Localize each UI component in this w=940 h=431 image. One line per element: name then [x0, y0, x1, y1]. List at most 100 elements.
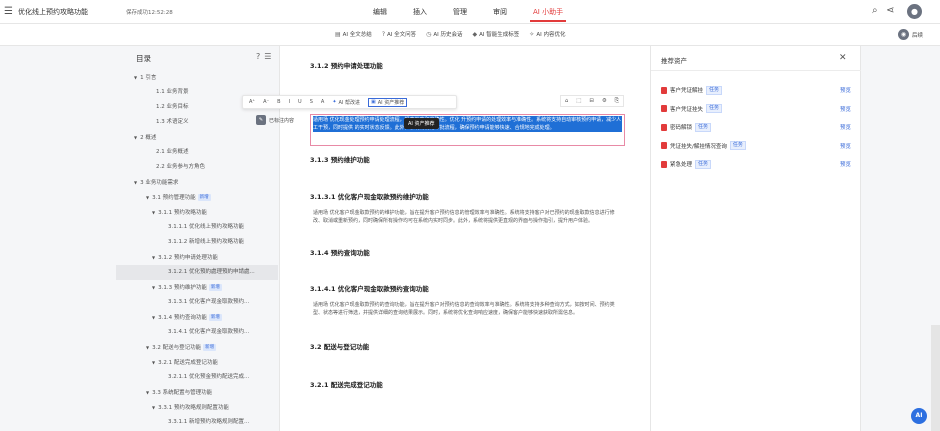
- toc-item[interactable]: 3.1.4.1 优化客户现金取款预约...: [116, 325, 278, 340]
- menu-icon[interactable]: ☰: [4, 6, 13, 17]
- toc-item[interactable]: 2.1 业务概述: [116, 145, 278, 160]
- expand-icon[interactable]: ▼: [152, 360, 155, 365]
- toc-item[interactable]: ▼ 3.1.3 预约维护功能 新增: [116, 280, 278, 295]
- italic-button[interactable]: I: [289, 99, 290, 105]
- heading: 3.2 配送与登记功能: [310, 343, 370, 351]
- toc-item-label: 1.2 业务目标: [156, 104, 189, 110]
- toc-item[interactable]: 3.1.1.1 优化线上预约攻略功能: [116, 220, 278, 235]
- asset-name: 客户凭证解挂: [670, 88, 704, 94]
- ai-fab-button[interactable]: AI: [911, 408, 927, 424]
- expand-icon[interactable]: ▼: [146, 390, 149, 395]
- expand-icon[interactable]: ▼: [134, 75, 137, 80]
- toc-item[interactable]: ▼ 3.1 预约管理功能 新增: [116, 190, 278, 205]
- tab-edit[interactable]: 编辑: [360, 0, 400, 24]
- tab-review[interactable]: 审阅: [480, 0, 520, 24]
- ai-optimize-button[interactable]: ✧ AI 内容优化: [524, 24, 570, 46]
- toc-item[interactable]: 3.2.1.1 优化预金预约配送完成...: [116, 370, 278, 385]
- font-increase-button[interactable]: A⁺: [249, 99, 255, 105]
- help-icon[interactable]: ?: [256, 52, 260, 61]
- tag-icon: ◆: [472, 31, 478, 38]
- toc-item[interactable]: 1.3 术语定义: [116, 115, 278, 130]
- asset-tag: 任务: [706, 104, 723, 113]
- expand-icon[interactable]: ▼: [152, 285, 155, 290]
- toc-item[interactable]: 2.2 业务参与方角色: [116, 160, 278, 175]
- expand-icon[interactable]: ▼: [146, 195, 149, 200]
- strike-button[interactable]: S: [310, 99, 313, 105]
- expand-icon[interactable]: ▼: [152, 315, 155, 320]
- toc-item[interactable]: ▼ 3.1.2 预约申请处理功能: [116, 250, 278, 265]
- ai-qa-button[interactable]: ? AI 全文问答: [377, 24, 421, 46]
- underline-button[interactable]: U: [298, 99, 302, 105]
- toc-item[interactable]: ▼ 3.2 配送与登记功能 新增: [116, 340, 278, 355]
- list-icon[interactable]: ☰: [264, 52, 271, 61]
- floating-format-toolbar: A⁺ A⁻ B I U S A ✦ AI 帮改进 ▣ AI 资产推荐: [242, 95, 457, 109]
- preview-link[interactable]: 预览: [840, 105, 851, 113]
- tab-ai-assistant[interactable]: AI 小助手: [520, 0, 576, 24]
- toc-item[interactable]: ▼ 3.1.4 预约查询功能 新增: [116, 310, 278, 325]
- preview-link[interactable]: 预览: [840, 123, 851, 131]
- avatar[interactable]: ●: [907, 4, 922, 19]
- home-icon[interactable]: ⌂: [565, 98, 569, 104]
- expand-icon[interactable]: ▼: [152, 210, 155, 215]
- ai-polish-button[interactable]: ✦ AI 帮改进: [332, 99, 360, 106]
- ai-summary-button[interactable]: ▤ AI 全文总结: [330, 24, 377, 46]
- font-color-button[interactable]: A: [321, 99, 324, 105]
- toc-item[interactable]: ▼ 3.3.1 预约攻略规则配置功能: [116, 400, 278, 415]
- toc-item[interactable]: ▼ 3.3 系统配置与管理功能: [116, 385, 278, 400]
- frame-icon[interactable]: ⬚: [576, 98, 581, 104]
- selected-text: 适用场 优化现金处理预约申请处理流程，提高效率和准确性。优化 升预约申请的处理效…: [313, 116, 622, 132]
- expand-icon[interactable]: ▼: [146, 345, 149, 350]
- asset-item[interactable]: 凭证挂失/解挂情况查询 任务 预览: [661, 140, 851, 152]
- close-icon[interactable]: ✕: [839, 53, 847, 63]
- question-icon: ?: [381, 31, 385, 38]
- toc-item[interactable]: ▼ 3 业务功能需求: [116, 175, 278, 190]
- font-decrease-button[interactable]: A⁻: [263, 99, 269, 105]
- asset-icon: ▣: [371, 99, 376, 105]
- ai-asset-recommend-button[interactable]: ▣ AI 资产推荐: [368, 97, 408, 107]
- search-icon[interactable]: ⌕: [872, 5, 878, 16]
- asset-doc-icon: [661, 142, 667, 149]
- asset-item[interactable]: 密码解锁 任务 预览: [661, 121, 851, 133]
- settings-icon[interactable]: ⚙: [602, 98, 607, 104]
- toc-item[interactable]: 3.1.1.2 新增线上预约攻略功能: [116, 235, 278, 250]
- toc-item-label: 3.1.2 预约申请处理功能: [158, 255, 218, 261]
- toc-item[interactable]: 3.1.2.1 优化預約處理預約申請處...: [116, 265, 278, 280]
- expand-icon[interactable]: ▼: [152, 405, 155, 410]
- scrollbar[interactable]: [931, 325, 940, 431]
- recommend-panel: 推荐资产 ✕ 客户凭证解挂 任务 预览 客户凭证挂失 任务 预览 密码解锁 任务 预览 凭证挂失/…: [651, 46, 861, 431]
- toc-item[interactable]: ▼ 3.1.1 预约攻略功能: [116, 205, 278, 220]
- tab-manage[interactable]: 管理: [440, 0, 480, 24]
- doc-title: 优化线上预约攻略功能: [18, 8, 88, 16]
- selected-paragraph[interactable]: 适用场 优化现金处理预约申请处理流程，提高效率和准确性。优化 升预约申请的处理效…: [310, 114, 625, 146]
- preview-link[interactable]: 预览: [840, 86, 851, 94]
- tab-insert[interactable]: 插入: [400, 0, 440, 24]
- toc-item-label: 3.1.3.1 优化客户现金取款预约...: [168, 299, 250, 305]
- block-toolbar: ⌂ ⬚ ⊟ ⚙ ⎘: [560, 95, 624, 107]
- asset-item[interactable]: 客户凭证解挂 任务 预览: [661, 84, 851, 96]
- collapse-icon[interactable]: ⊟: [589, 98, 594, 104]
- asset-item[interactable]: 客户凭证挂失 任务 预览: [661, 103, 851, 115]
- preview-link[interactable]: 预览: [840, 160, 851, 168]
- copy-icon[interactable]: ⎘: [615, 98, 619, 105]
- new-badge: 新增: [208, 284, 222, 291]
- expand-icon[interactable]: ▼: [134, 180, 137, 185]
- expand-icon[interactable]: ▼: [134, 135, 137, 140]
- optimize-icon: ✧: [529, 31, 535, 38]
- expand-icon[interactable]: ▼: [152, 255, 155, 260]
- toc-item[interactable]: ▼ 1 引言: [116, 70, 278, 85]
- ai-tag-button[interactable]: ◆ AI 智能生成标签: [468, 24, 525, 46]
- marked-content-chip[interactable]: ✎ 已标注内容: [256, 115, 294, 125]
- ai-history-button[interactable]: ◷ AI 历史会话: [421, 24, 467, 46]
- toc-item[interactable]: ▼ 3.2.1 配送完成登记功能: [116, 355, 278, 370]
- toc-item-label: 2.2 业务参与方角色: [156, 164, 205, 170]
- toc-item[interactable]: ▼ 2 概述: [116, 130, 278, 145]
- toc-item-label: 3.1.3 预约维护功能: [158, 285, 207, 291]
- preview-link[interactable]: 预览: [840, 142, 851, 150]
- follow-up-button[interactable]: ◉ 后续: [898, 29, 923, 40]
- toc-item[interactable]: 3.1.3.1 优化客户现金取款预约...: [116, 295, 278, 310]
- share-icon[interactable]: ⋖: [886, 5, 894, 16]
- bold-button[interactable]: B: [277, 99, 280, 105]
- toc-item[interactable]: 3.3.1.1 新增预约攻略规则配置...: [116, 415, 278, 430]
- asset-item[interactable]: 紧急处理 任务 预览: [661, 158, 851, 170]
- toc-item-label: 1.3 术语定义: [156, 119, 189, 125]
